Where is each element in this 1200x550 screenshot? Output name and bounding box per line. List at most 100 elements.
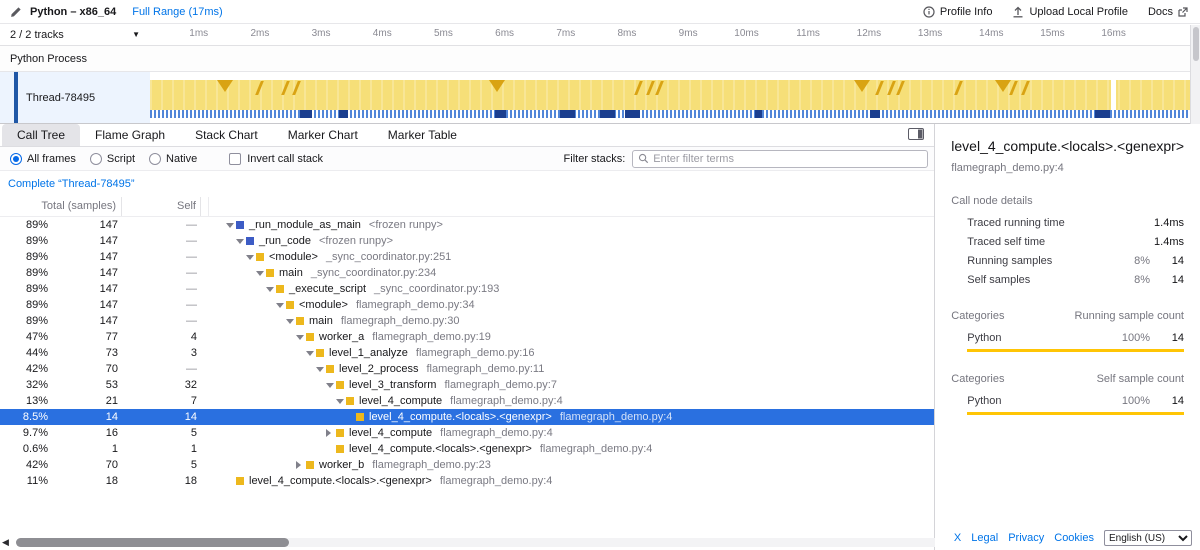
profile-name[interactable]: Python – x86_64 bbox=[30, 6, 116, 18]
tracks-dropdown[interactable]: 2 / 2 tracks ▼ bbox=[0, 24, 150, 45]
total-percent: 89% bbox=[0, 235, 48, 247]
profile-info-button[interactable]: Profile Info bbox=[923, 6, 993, 18]
horizontal-scrollbar-thumb[interactable] bbox=[16, 538, 289, 547]
expand-arrow-icon[interactable] bbox=[266, 281, 276, 297]
self-samples: 18 bbox=[118, 475, 197, 487]
expand-arrow-icon[interactable] bbox=[276, 297, 286, 313]
call-tree-row[interactable]: 89%147—_run_module_as_main<frozen runpy> bbox=[0, 217, 934, 233]
column-self[interactable]: Self bbox=[122, 197, 201, 216]
call-tree-row[interactable]: 42%705worker_bflamegraph_demo.py:23 bbox=[0, 457, 934, 473]
call-tree-row[interactable]: 32%5332level_3_transformflamegraph_demo.… bbox=[0, 377, 934, 393]
expand-arrow-icon[interactable] bbox=[306, 345, 316, 361]
category-label: Python bbox=[967, 395, 1106, 407]
gc-marker-triangle-icon[interactable] bbox=[854, 80, 870, 92]
filter-stacks-input[interactable] bbox=[653, 153, 922, 165]
call-tree-row[interactable]: 89%147—main_sync_coordinator.py:234 bbox=[0, 265, 934, 281]
call-tree-row[interactable]: 42%70—level_2_processflamegraph_demo.py:… bbox=[0, 361, 934, 377]
call-tree-row[interactable]: 89%147—<module>flamegraph_demo.py:34 bbox=[0, 297, 934, 313]
timeline-vertical-scrollbar-thumb[interactable] bbox=[1193, 27, 1199, 61]
category-square-icon bbox=[336, 445, 344, 453]
call-tree-row[interactable]: 44%733level_1_analyzeflamegraph_demo.py:… bbox=[0, 345, 934, 361]
categories-title: Categories bbox=[951, 373, 1004, 385]
call-tree-row[interactable]: 13%217level_4_computeflamegraph_demo.py:… bbox=[0, 393, 934, 409]
language-select[interactable]: English (US) bbox=[1104, 530, 1192, 546]
main-split: Call TreeFlame GraphStack ChartMarker Ch… bbox=[0, 124, 1200, 550]
call-tree-row[interactable]: 9.7%165level_4_computeflamegraph_demo.py… bbox=[0, 425, 934, 441]
timeline-vertical-scrollbar[interactable] bbox=[1190, 25, 1200, 124]
detail-value: 14 bbox=[1150, 274, 1184, 286]
gc-marker-triangle-icon[interactable] bbox=[217, 80, 233, 92]
tab-marker-table[interactable]: Marker Table bbox=[373, 124, 472, 146]
profile-info-label: Profile Info bbox=[940, 6, 993, 18]
expand-arrow-icon[interactable] bbox=[246, 249, 256, 265]
dropdown-caret-icon: ▼ bbox=[132, 30, 140, 39]
gc-marker-triangle-icon[interactable] bbox=[489, 80, 505, 92]
frame-option-native[interactable]: Native bbox=[149, 153, 197, 165]
expand-arrow-icon[interactable] bbox=[326, 377, 336, 393]
full-range-link[interactable]: Full Range (17ms) bbox=[132, 6, 222, 18]
footer-link-privacy[interactable]: Privacy bbox=[1008, 532, 1044, 544]
radio-button[interactable] bbox=[10, 153, 22, 165]
categories-sections: CategoriesRunning sample countPython100%… bbox=[951, 310, 1184, 415]
column-total-samples[interactable]: Total (samples) bbox=[0, 197, 122, 216]
expand-arrow-icon[interactable] bbox=[286, 313, 296, 329]
sidebar-toggle-button[interactable] bbox=[908, 128, 924, 143]
radio-button[interactable] bbox=[90, 153, 102, 165]
expand-arrow-icon[interactable] bbox=[256, 265, 266, 281]
expand-arrow-icon[interactable] bbox=[326, 425, 336, 441]
category-square-icon bbox=[286, 301, 294, 309]
process-track-row[interactable]: Python Process bbox=[0, 46, 1200, 72]
column-gap bbox=[201, 197, 209, 216]
expand-arrow-icon[interactable] bbox=[316, 361, 326, 377]
tab-marker-chart[interactable]: Marker Chart bbox=[273, 124, 373, 146]
scroll-left-arrow-icon[interactable]: ◀ bbox=[2, 537, 9, 548]
expand-arrow-icon[interactable] bbox=[226, 217, 236, 233]
total-percent: 42% bbox=[0, 363, 48, 375]
call-tree-row[interactable]: 8.5%1414level_4_compute.<locals>.<genexp… bbox=[0, 409, 934, 425]
call-tree-row[interactable]: 89%147—<module>_sync_coordinator.py:251 bbox=[0, 249, 934, 265]
expand-arrow-icon[interactable] bbox=[296, 457, 306, 473]
total-percent: 13% bbox=[0, 395, 48, 407]
frame-option-all-frames[interactable]: All frames bbox=[10, 153, 76, 165]
timeline-ruler[interactable]: 1ms2ms3ms4ms5ms6ms7ms8ms9ms10ms11ms12ms1… bbox=[150, 24, 1190, 45]
footer-link-legal[interactable]: Legal bbox=[971, 532, 998, 544]
tab-call-tree[interactable]: Call Tree bbox=[2, 124, 80, 146]
footer-link-x[interactable]: X bbox=[954, 532, 961, 544]
thread-track-row[interactable]: Thread-78495 bbox=[0, 72, 1200, 124]
thread-track-label[interactable]: Thread-78495 bbox=[0, 72, 150, 123]
function-name: _run_module_as_main bbox=[249, 219, 361, 231]
total-percent: 8.5% bbox=[0, 411, 48, 423]
category-square-icon bbox=[246, 237, 254, 245]
tab-stack-chart[interactable]: Stack Chart bbox=[180, 124, 273, 146]
call-tree-row[interactable]: 47%774worker_aflamegraph_demo.py:19 bbox=[0, 329, 934, 345]
tab-flame-graph[interactable]: Flame Graph bbox=[80, 124, 180, 146]
horizontal-scrollbar[interactable]: ◀ bbox=[0, 535, 956, 549]
radio-button[interactable] bbox=[149, 153, 161, 165]
call-tree-row[interactable]: 0.6%11level_4_compute.<locals>.<genexpr>… bbox=[0, 441, 934, 457]
edit-profile-name-icon[interactable] bbox=[10, 6, 22, 18]
call-node-detail-row: Self samples8%14 bbox=[951, 270, 1184, 289]
footer-link-cookies[interactable]: Cookies bbox=[1054, 532, 1094, 544]
breadcrumb[interactable]: Complete “Thread-78495” bbox=[8, 178, 135, 190]
call-tree-row[interactable]: 89%147—_execute_script_sync_coordinator.… bbox=[0, 281, 934, 297]
invert-call-stack-checkbox[interactable] bbox=[229, 153, 241, 165]
docs-button[interactable]: Docs bbox=[1148, 6, 1188, 18]
expand-arrow-icon[interactable] bbox=[236, 233, 246, 249]
call-tree-row[interactable]: 89%147—mainflamegraph_demo.py:30 bbox=[0, 313, 934, 329]
upload-profile-button[interactable]: Upload Local Profile bbox=[1012, 6, 1127, 18]
function-name: main bbox=[279, 267, 303, 279]
function-name: <module> bbox=[299, 299, 348, 311]
expand-arrow-icon[interactable] bbox=[296, 329, 306, 345]
expand-arrow-icon[interactable] bbox=[336, 393, 346, 409]
call-tree-row[interactable]: 11%1818level_4_compute.<locals>.<genexpr… bbox=[0, 473, 934, 489]
thread-activity-graph[interactable] bbox=[150, 72, 1190, 123]
tree-cell: level_4_computeflamegraph_demo.py:4 bbox=[210, 393, 934, 409]
call-tree-row[interactable]: 89%147—_run_code<frozen runpy> bbox=[0, 233, 934, 249]
category-square-icon bbox=[336, 429, 344, 437]
no-expand-spacer bbox=[346, 409, 356, 425]
gc-marker-triangle-icon[interactable] bbox=[995, 80, 1011, 92]
total-percent: 9.7% bbox=[0, 427, 48, 439]
invert-call-stack-option[interactable]: Invert call stack bbox=[229, 153, 323, 165]
frame-option-script[interactable]: Script bbox=[90, 153, 135, 165]
panel-tab-bar: Call TreeFlame GraphStack ChartMarker Ch… bbox=[0, 124, 934, 147]
